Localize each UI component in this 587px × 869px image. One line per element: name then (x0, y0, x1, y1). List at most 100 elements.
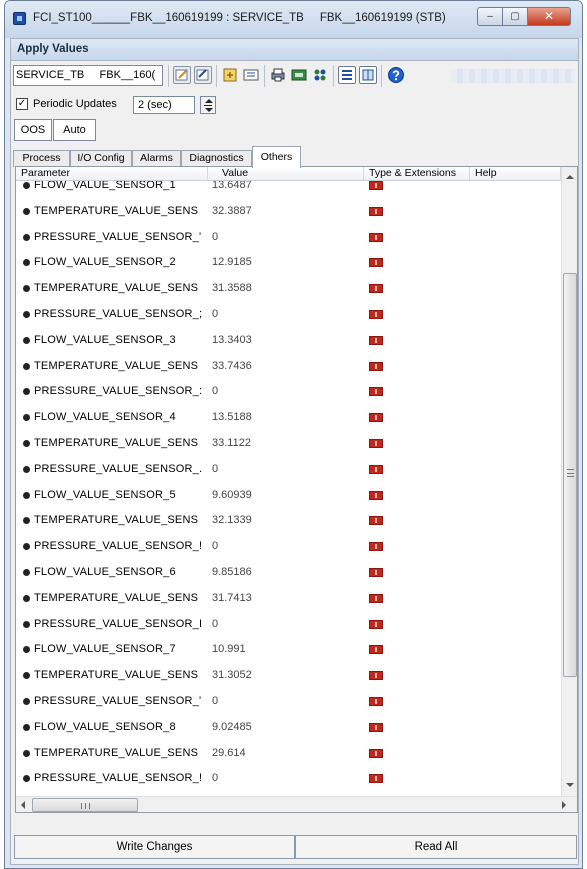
parameter-value[interactable]: 32.3887 (212, 205, 252, 217)
auto-mode-button[interactable]: Auto (53, 119, 96, 141)
extension-icon[interactable] (369, 620, 383, 629)
table-row[interactable]: TEMPERATURE_VALUE_SENS 32.1339 (16, 508, 561, 533)
parameter-value[interactable]: 33.1122 (212, 437, 251, 449)
spin-up-icon[interactable] (205, 99, 213, 103)
extension-icon[interactable] (369, 671, 383, 680)
parameter-value[interactable]: 0 (212, 385, 218, 397)
scroll-up-icon[interactable] (566, 175, 574, 179)
extension-icon[interactable] (369, 362, 383, 371)
parameter-value[interactable]: 9.60939 (212, 489, 252, 501)
tab-diagnostics[interactable]: Diagnostics (181, 150, 252, 167)
table-row[interactable]: PRESSURE_VALUE_SENSOR_I 0 (16, 612, 561, 637)
table-row[interactable]: PRESSURE_VALUE_SENSOR_: 0 (16, 379, 561, 404)
table-row[interactable]: PRESSURE_VALUE_SENSOR_! 0 (16, 534, 561, 559)
parameter-value[interactable]: 31.3052 (212, 669, 252, 681)
extension-icon[interactable] (369, 749, 383, 758)
table-row[interactable]: FLOW_VALUE_SENSOR_3 13.3403 (16, 328, 561, 353)
extension-icon[interactable] (369, 697, 383, 706)
parameter-value[interactable]: 33.7436 (212, 360, 252, 372)
extension-icon[interactable] (369, 181, 383, 190)
table-row[interactable]: TEMPERATURE_VALUE_SENS 31.7413 (16, 586, 561, 611)
print-icon[interactable] (269, 66, 287, 84)
transfer-icon[interactable] (290, 66, 308, 84)
table-row[interactable]: TEMPERATURE_VALUE_SENS 29.614 (16, 741, 561, 766)
close-button[interactable]: ✕ (527, 7, 571, 26)
extension-icon[interactable] (369, 491, 383, 500)
table-row[interactable]: PRESSURE_VALUE_SENSOR_' 0 (16, 689, 561, 714)
tab-others[interactable]: Others (252, 146, 301, 168)
tab-io-config[interactable]: I/O Config (70, 150, 132, 167)
extension-icon[interactable] (369, 336, 383, 345)
horizontal-scrollbar[interactable] (16, 796, 577, 812)
extension-icon[interactable] (369, 465, 383, 474)
parameter-value[interactable]: 12.9185 (212, 256, 252, 268)
list-view-icon[interactable] (338, 66, 356, 84)
parameter-value[interactable]: 13.3403 (212, 334, 252, 346)
parameter-value[interactable]: 31.7413 (212, 592, 252, 604)
parameter-value[interactable]: 0 (212, 695, 218, 707)
parameter-value[interactable]: 0 (212, 308, 218, 320)
parameter-value[interactable]: 31.3588 (212, 282, 252, 294)
parameter-value[interactable]: 0 (212, 231, 218, 243)
interval-field[interactable]: 2 (sec) (133, 96, 195, 114)
extension-icon[interactable] (369, 387, 383, 396)
extension-icon[interactable] (369, 310, 383, 319)
title-bar[interactable]: FCI_ST100______FBK__160619199 : SERVICE_… (5, 1, 582, 38)
table-row[interactable]: PRESSURE_VALUE_SENSOR_' 0 (16, 225, 561, 250)
vertical-scroll-thumb[interactable] (563, 273, 577, 677)
method-icon[interactable] (221, 66, 239, 84)
help-icon[interactable] (387, 66, 405, 84)
horizontal-scroll-thumb[interactable] (32, 798, 138, 812)
extension-icon[interactable] (369, 413, 383, 422)
config-icon[interactable] (311, 66, 329, 84)
table-row[interactable]: TEMPERATURE_VALUE_SENS 33.7436 (16, 354, 561, 379)
table-row[interactable]: TEMPERATURE_VALUE_SENS 31.3588 (16, 276, 561, 301)
table-row[interactable]: FLOW_VALUE_SENSOR_5 9.60939 (16, 483, 561, 508)
parameter-value[interactable]: 0 (212, 463, 218, 475)
table-row[interactable]: FLOW_VALUE_SENSOR_2 12.9185 (16, 250, 561, 275)
table-row[interactable]: TEMPERATURE_VALUE_SENS 33.1122 (16, 431, 561, 456)
maximize-button[interactable]: ▢ (502, 7, 528, 26)
extension-icon[interactable] (369, 516, 383, 525)
table-row[interactable]: TEMPERATURE_VALUE_SENS 31.3052 (16, 663, 561, 688)
extension-icon[interactable] (369, 774, 383, 783)
column-header-value[interactable]: Value (208, 167, 364, 181)
extension-icon[interactable] (369, 542, 383, 551)
extension-icon[interactable] (369, 258, 383, 267)
scroll-right-icon[interactable] (562, 801, 566, 809)
extension-icon[interactable] (369, 645, 383, 654)
read-all-button[interactable]: Read All (295, 835, 577, 859)
tab-process[interactable]: Process (13, 150, 70, 167)
extension-icon[interactable] (369, 568, 383, 577)
table-row[interactable]: FLOW_VALUE_SENSOR_4 13.5188 (16, 405, 561, 430)
spin-down-icon[interactable] (205, 108, 213, 112)
scroll-down-icon[interactable] (566, 783, 574, 787)
extension-icon[interactable] (369, 594, 383, 603)
parameter-value[interactable]: 10.991 (212, 643, 246, 655)
table-row[interactable]: PRESSURE_VALUE_SENSOR_; 0 (16, 302, 561, 327)
periodic-updates-checkbox[interactable]: ✓ (16, 98, 28, 110)
tab-alarms[interactable]: Alarms (132, 150, 181, 167)
parameter-value[interactable]: 9.85186 (212, 566, 252, 578)
oos-mode-button[interactable]: OOS (14, 119, 52, 141)
parameter-value[interactable]: 29.614 (212, 747, 246, 759)
edit-icon[interactable] (173, 66, 191, 84)
scroll-left-icon[interactable] (21, 801, 25, 809)
compare-icon[interactable] (242, 66, 260, 84)
table-row[interactable]: PRESSURE_VALUE_SENSOR_! 0 (16, 766, 561, 791)
parameter-value[interactable]: 13.5188 (212, 411, 252, 423)
table-row[interactable]: TEMPERATURE_VALUE_SENS 32.3887 (16, 199, 561, 224)
block-select[interactable]: SERVICE_TB FBK__160( (13, 65, 163, 86)
column-header-help[interactable]: Help (470, 167, 561, 181)
extension-icon[interactable] (369, 207, 383, 216)
column-header-type[interactable]: Type & Extensions (364, 167, 470, 181)
table-row[interactable]: FLOW_VALUE_SENSOR_8 9.02485 (16, 715, 561, 740)
write-changes-button[interactable]: Write Changes (14, 835, 295, 859)
extension-icon[interactable] (369, 723, 383, 732)
extension-icon[interactable] (369, 284, 383, 293)
table-row[interactable]: FLOW_VALUE_SENSOR_6 9.85186 (16, 560, 561, 585)
interval-spinner[interactable] (200, 96, 216, 114)
parameter-value[interactable]: 0 (212, 772, 218, 784)
extension-icon[interactable] (369, 233, 383, 242)
grid-view-icon[interactable] (359, 66, 377, 84)
